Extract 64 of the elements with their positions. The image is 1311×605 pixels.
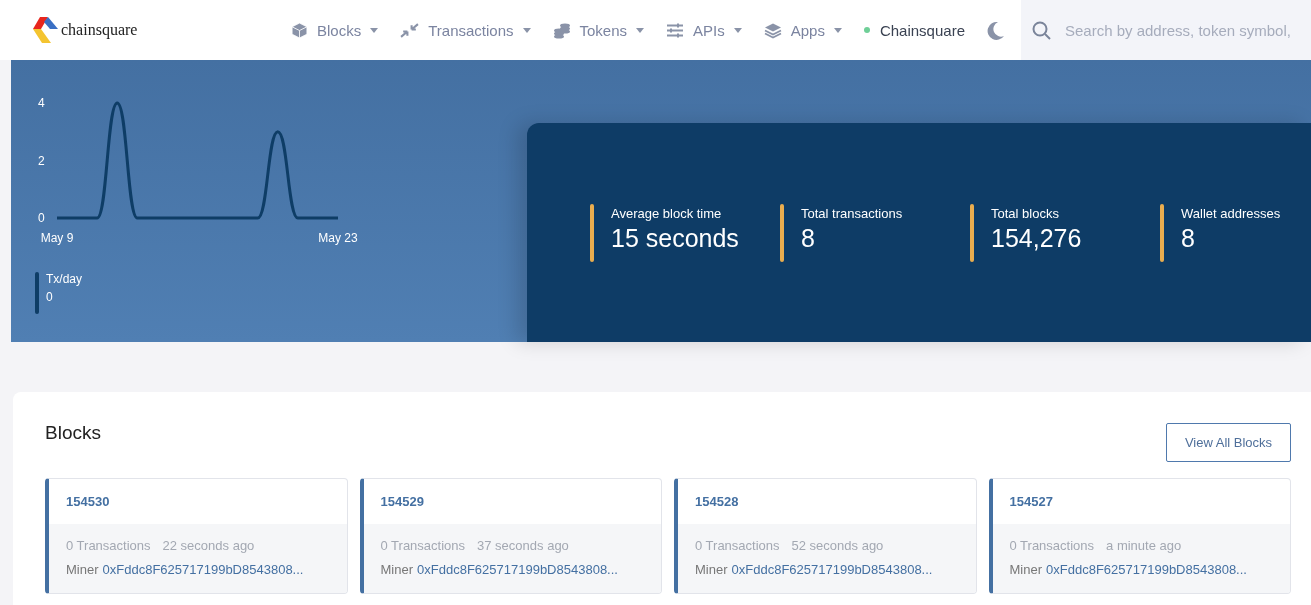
stat-accent xyxy=(780,203,784,262)
stat-accent xyxy=(590,203,594,262)
miner-label: Miner xyxy=(66,562,99,577)
block-number-link[interactable]: 154529 xyxy=(380,494,424,509)
transaction-count: 0 Transactions xyxy=(695,538,780,553)
axis-tick-label: 4 xyxy=(38,96,45,110)
block-age: a minute ago xyxy=(1106,538,1182,553)
network-selector[interactable]: Chainsquare xyxy=(863,21,965,39)
caret-icon xyxy=(370,27,379,33)
transaction-count: 0 Transactions xyxy=(66,538,151,553)
axis-tick-label: May 9 xyxy=(40,231,74,245)
caret-icon xyxy=(733,27,742,33)
nav-menu-item[interactable]: Blocks xyxy=(291,21,379,39)
legend-label: Tx/day xyxy=(46,272,82,286)
legend-value: 0 xyxy=(46,290,54,304)
coins-icon xyxy=(552,21,571,39)
miner-label: Miner xyxy=(695,562,728,577)
nav-menu-item[interactable]: Apps xyxy=(763,21,842,39)
caret-icon xyxy=(636,27,645,33)
block-number-link[interactable]: 154527 xyxy=(1009,494,1053,509)
transaction-count: 0 Transactions xyxy=(1009,538,1095,553)
moon-icon[interactable] xyxy=(987,20,1005,40)
block-age: 52 seconds ago xyxy=(791,538,884,553)
miner-address-link[interactable]: 0xFddc8F625717199bD8543808... xyxy=(102,562,304,577)
stat-accent xyxy=(1160,203,1164,262)
arrows-icon xyxy=(400,21,420,39)
view-all-blocks-button[interactable]: View All Blocks xyxy=(1166,423,1291,462)
brand-name[interactable]: chainsquare xyxy=(61,21,138,39)
logo-icon xyxy=(33,15,59,45)
stat-label: Total transactions xyxy=(801,205,903,221)
transaction-count: 0 Transactions xyxy=(380,538,466,553)
search-input[interactable]: Search by address, token symbol, xyxy=(1063,20,1307,40)
stat-label: Wallet addresses xyxy=(1181,205,1281,221)
cube-icon xyxy=(291,21,308,39)
layers-icon xyxy=(763,21,782,39)
nav-menu-item[interactable]: Tokens xyxy=(552,21,645,39)
nav-menu-item[interactable]: Transactions xyxy=(400,21,531,39)
block-age: 37 seconds ago xyxy=(477,538,569,553)
stat-value: 8 xyxy=(1181,223,1196,253)
miner-address-link[interactable]: 0xFddc8F625717199bD8543808... xyxy=(417,562,618,577)
sliders-icon xyxy=(666,21,685,39)
legend-marker xyxy=(35,272,39,314)
miner-address-link[interactable]: 0xFddc8F625717199bD8543808... xyxy=(731,562,933,577)
section-title: Blocks xyxy=(45,422,101,444)
stat-label: Total blocks xyxy=(991,205,1060,221)
axis-tick-label: 0 xyxy=(38,211,45,225)
caret-icon xyxy=(833,27,842,33)
stat-label: Average block time xyxy=(611,205,723,221)
stat-value: 8 xyxy=(801,223,816,253)
caret-icon xyxy=(522,27,531,33)
miner-address-link[interactable]: 0xFddc8F625717199bD8543808... xyxy=(1046,562,1247,577)
miner-label: Miner xyxy=(1009,562,1042,577)
nav-menu-item[interactable]: APIs xyxy=(666,21,742,39)
axis-tick-label: May 23 xyxy=(318,231,358,245)
axis-tick-label: 2 xyxy=(38,153,45,168)
block-number-link[interactable]: 154528 xyxy=(695,494,739,509)
miner-label: Miner xyxy=(380,562,413,577)
stat-value: 154,276 xyxy=(991,223,1082,253)
search-icon xyxy=(1032,20,1051,40)
stat-value: 15 seconds xyxy=(611,223,739,253)
search-field[interactable]: Search by address, token symbol, xyxy=(1021,0,1311,60)
block-age: 22 seconds ago xyxy=(162,538,255,553)
stat-accent xyxy=(970,203,974,262)
block-number-link[interactable]: 154530 xyxy=(66,494,110,509)
